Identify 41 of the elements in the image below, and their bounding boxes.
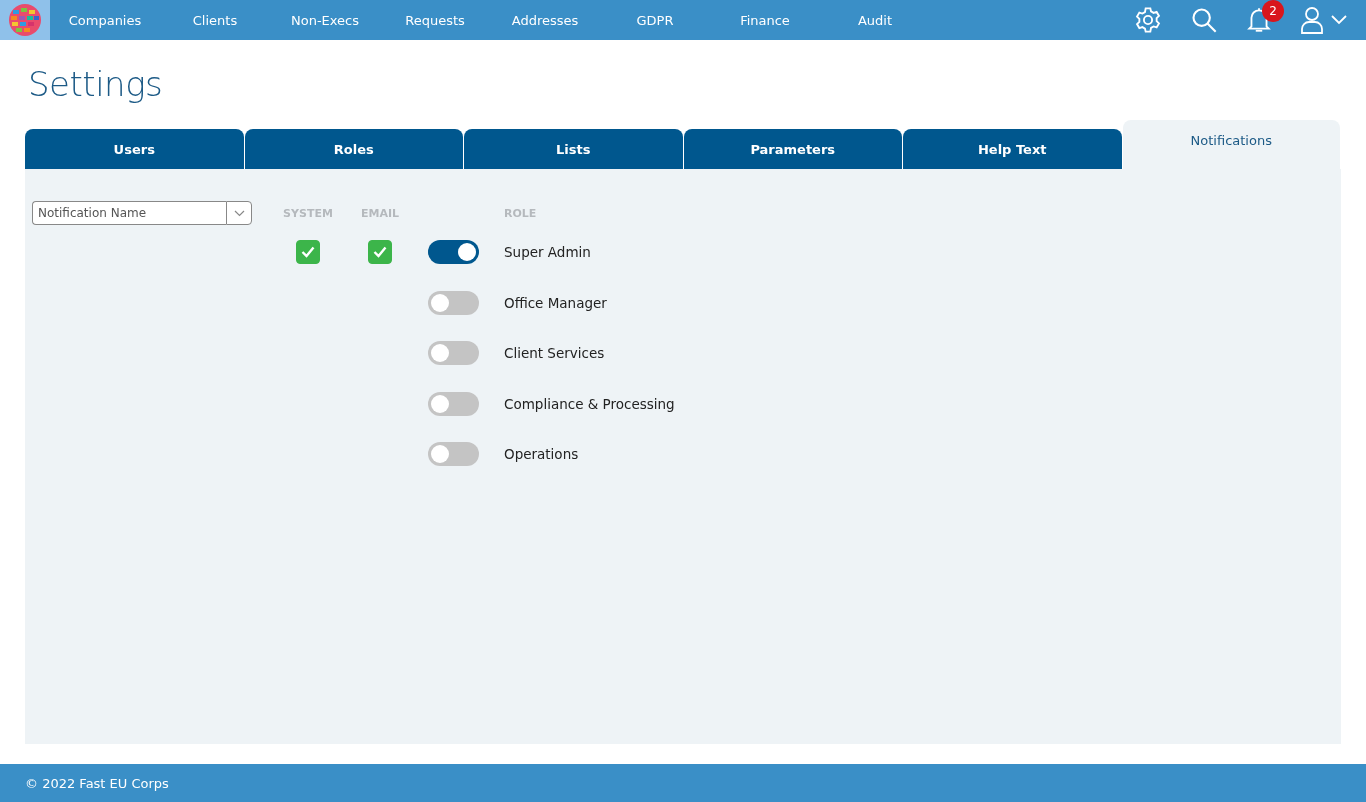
nav-link[interactable]: Companies xyxy=(50,12,160,28)
tab[interactable]: Parameters xyxy=(683,129,902,169)
role-toggle[interactable] xyxy=(428,240,479,265)
role-label: Super Admin xyxy=(504,244,591,261)
column-header: ROLE xyxy=(504,206,537,220)
notification-select-field[interactable]: Notification Name xyxy=(32,201,226,225)
role-toggle[interactable] xyxy=(428,442,479,467)
tab[interactable]: Help Text xyxy=(903,129,1122,169)
column-header: SYSTEM xyxy=(283,206,333,220)
role-toggle[interactable] xyxy=(428,391,479,416)
tab[interactable]: Roles xyxy=(244,129,463,169)
role-label: Office Manager xyxy=(504,294,607,311)
settings-icon[interactable] xyxy=(1134,6,1162,34)
globe-logo[interactable] xyxy=(0,0,50,40)
search-icon[interactable] xyxy=(1190,6,1218,34)
nav-link[interactable]: Audit xyxy=(820,12,930,28)
notification-count-badge: 2 xyxy=(1262,0,1284,22)
nav-link[interactable]: Addresses xyxy=(490,12,600,28)
dropdown-button[interactable] xyxy=(226,201,252,225)
nav-link[interactable]: GDPR xyxy=(600,12,710,28)
system-checkbox[interactable] xyxy=(296,240,320,265)
check-icon xyxy=(373,246,387,259)
check-icon xyxy=(301,246,315,259)
footer-copyright: © 2022 Fast EU Corps xyxy=(25,775,169,791)
role-label: Client Services xyxy=(504,345,605,362)
role-label: Operations xyxy=(504,446,579,463)
email-checkbox[interactable] xyxy=(368,240,392,265)
page-title: Settings xyxy=(28,64,164,104)
tab[interactable]: Notifications xyxy=(1122,120,1340,169)
role-toggle[interactable] xyxy=(428,341,479,366)
notification-bell-icon[interactable] xyxy=(1246,6,1272,34)
role-toggle[interactable] xyxy=(428,290,479,315)
role-label: Compliance & Processing xyxy=(504,395,675,412)
chevron-down-icon xyxy=(233,209,245,217)
tab[interactable]: Users xyxy=(25,129,244,169)
column-header: EMAIL xyxy=(360,206,400,220)
nav-link[interactable]: Requests xyxy=(380,12,490,28)
nav-link[interactable]: Non-Execs xyxy=(270,12,380,28)
nav-link[interactable]: Clients xyxy=(160,12,270,28)
tab[interactable]: Lists xyxy=(464,129,683,169)
nav-link[interactable]: Finance xyxy=(710,12,820,28)
